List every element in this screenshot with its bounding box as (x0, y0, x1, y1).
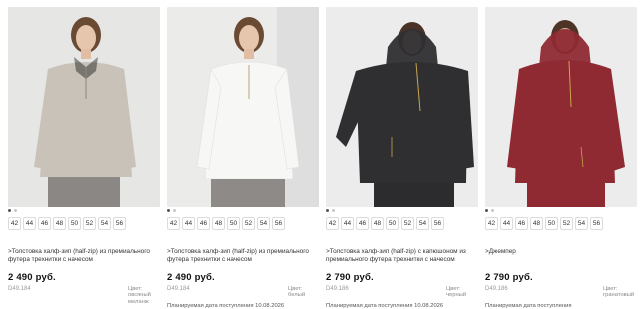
size-option[interactable]: 48 (212, 217, 225, 230)
color-value: овсяный меланж (128, 292, 151, 305)
size-option[interactable]: 54 (575, 217, 588, 230)
size-option[interactable]: 56 (431, 217, 444, 230)
pager-dot[interactable] (173, 209, 176, 212)
color-value: черный (446, 292, 467, 299)
size-option[interactable]: 52 (242, 217, 255, 230)
size-option[interactable]: 44 (23, 217, 36, 230)
size-option[interactable]: 54 (257, 217, 270, 230)
pager-dot-active[interactable] (326, 209, 329, 212)
product-image (8, 7, 160, 207)
pager-dot-active[interactable] (485, 209, 488, 212)
size-option[interactable]: 42 (167, 217, 180, 230)
product-title[interactable]: >Толстовка халф-зип (half-zip) из премиа… (167, 248, 319, 264)
product-photo[interactable] (326, 7, 478, 207)
product-price: 2 490 руб. (8, 272, 56, 283)
product-price: 2 790 руб. (485, 272, 533, 283)
product-sku: D49.184 (8, 286, 31, 292)
product-color: Цвет: овсяный меланж (128, 286, 162, 305)
pager-dot[interactable] (332, 209, 335, 212)
size-option[interactable]: 42 (485, 217, 498, 230)
size-option[interactable]: 50 (227, 217, 240, 230)
size-option[interactable]: 52 (560, 217, 573, 230)
size-option[interactable]: 54 (416, 217, 429, 230)
product-sku: D49.186 (485, 286, 508, 292)
pager-dot-active[interactable] (167, 209, 170, 212)
size-option[interactable]: 48 (371, 217, 384, 230)
size-option[interactable]: 44 (500, 217, 513, 230)
size-option[interactable]: 44 (341, 217, 354, 230)
product-image (485, 7, 637, 207)
size-option[interactable]: 42 (8, 217, 21, 230)
size-option[interactable]: 50 (545, 217, 558, 230)
product-sku: D49.184 (167, 286, 190, 292)
arrival-date: Планируемая дата поступления 10.08.2026 (167, 303, 285, 309)
product-title[interactable]: >Толстовка халф-зип (half-zip) с капюшон… (326, 248, 478, 264)
arrival-date: Планируемая дата поступления 10.08.2026 (326, 303, 444, 309)
size-option[interactable]: 46 (515, 217, 528, 230)
size-option[interactable]: 56 (113, 217, 126, 230)
product-image (167, 7, 319, 207)
color-value: белый (288, 292, 306, 299)
product-sku: D49.186 (326, 286, 349, 292)
product-card[interactable]: 42 44 46 48 50 52 54 56 >Толстовка халф-… (326, 0, 480, 309)
size-option[interactable]: 44 (182, 217, 195, 230)
pager-dot[interactable] (491, 209, 494, 212)
product-title[interactable]: >Толстовка халф-зип (half-zip) из премиа… (8, 248, 160, 264)
size-option[interactable]: 46 (197, 217, 210, 230)
product-card[interactable]: 42 44 46 48 50 52 54 56 >Толстовка халф-… (8, 0, 160, 308)
product-photo[interactable] (167, 7, 319, 207)
size-option[interactable]: 52 (401, 217, 414, 230)
product-color: Цвет: черный (446, 286, 480, 299)
product-grid: 42 44 46 48 50 52 54 56 >Толстовка халф-… (0, 0, 640, 309)
product-photo[interactable] (8, 7, 160, 207)
product-photo[interactable] (485, 7, 637, 207)
product-price: 2 790 руб. (326, 272, 374, 283)
size-option[interactable]: 48 (530, 217, 543, 230)
size-option[interactable]: 56 (590, 217, 603, 230)
product-card[interactable]: 42 44 46 48 50 52 54 56 >Толстовка халф-… (167, 0, 322, 309)
product-price: 2 490 руб. (167, 272, 215, 283)
size-option[interactable]: 54 (98, 217, 111, 230)
size-option[interactable]: 42 (326, 217, 339, 230)
size-option[interactable]: 46 (356, 217, 369, 230)
pager-dot[interactable] (14, 209, 17, 212)
size-option[interactable]: 46 (38, 217, 51, 230)
product-image (326, 7, 478, 207)
size-option[interactable]: 48 (53, 217, 66, 230)
color-value: гранатовый (603, 292, 635, 299)
product-color: Цвет: белый (288, 286, 322, 299)
pager-dot-active[interactable] (8, 209, 11, 212)
product-color: Цвет: гранатовый (603, 286, 637, 299)
product-title[interactable]: >Джемпер (485, 248, 637, 256)
size-option[interactable]: 52 (83, 217, 96, 230)
arrival-date: Планируемая дата поступления (485, 303, 572, 309)
size-option[interactable]: 56 (272, 217, 285, 230)
size-option[interactable]: 50 (386, 217, 399, 230)
size-option[interactable]: 50 (68, 217, 81, 230)
product-card[interactable]: 42 44 46 48 50 52 54 56 >Джемпер 2 790 р… (485, 0, 637, 309)
